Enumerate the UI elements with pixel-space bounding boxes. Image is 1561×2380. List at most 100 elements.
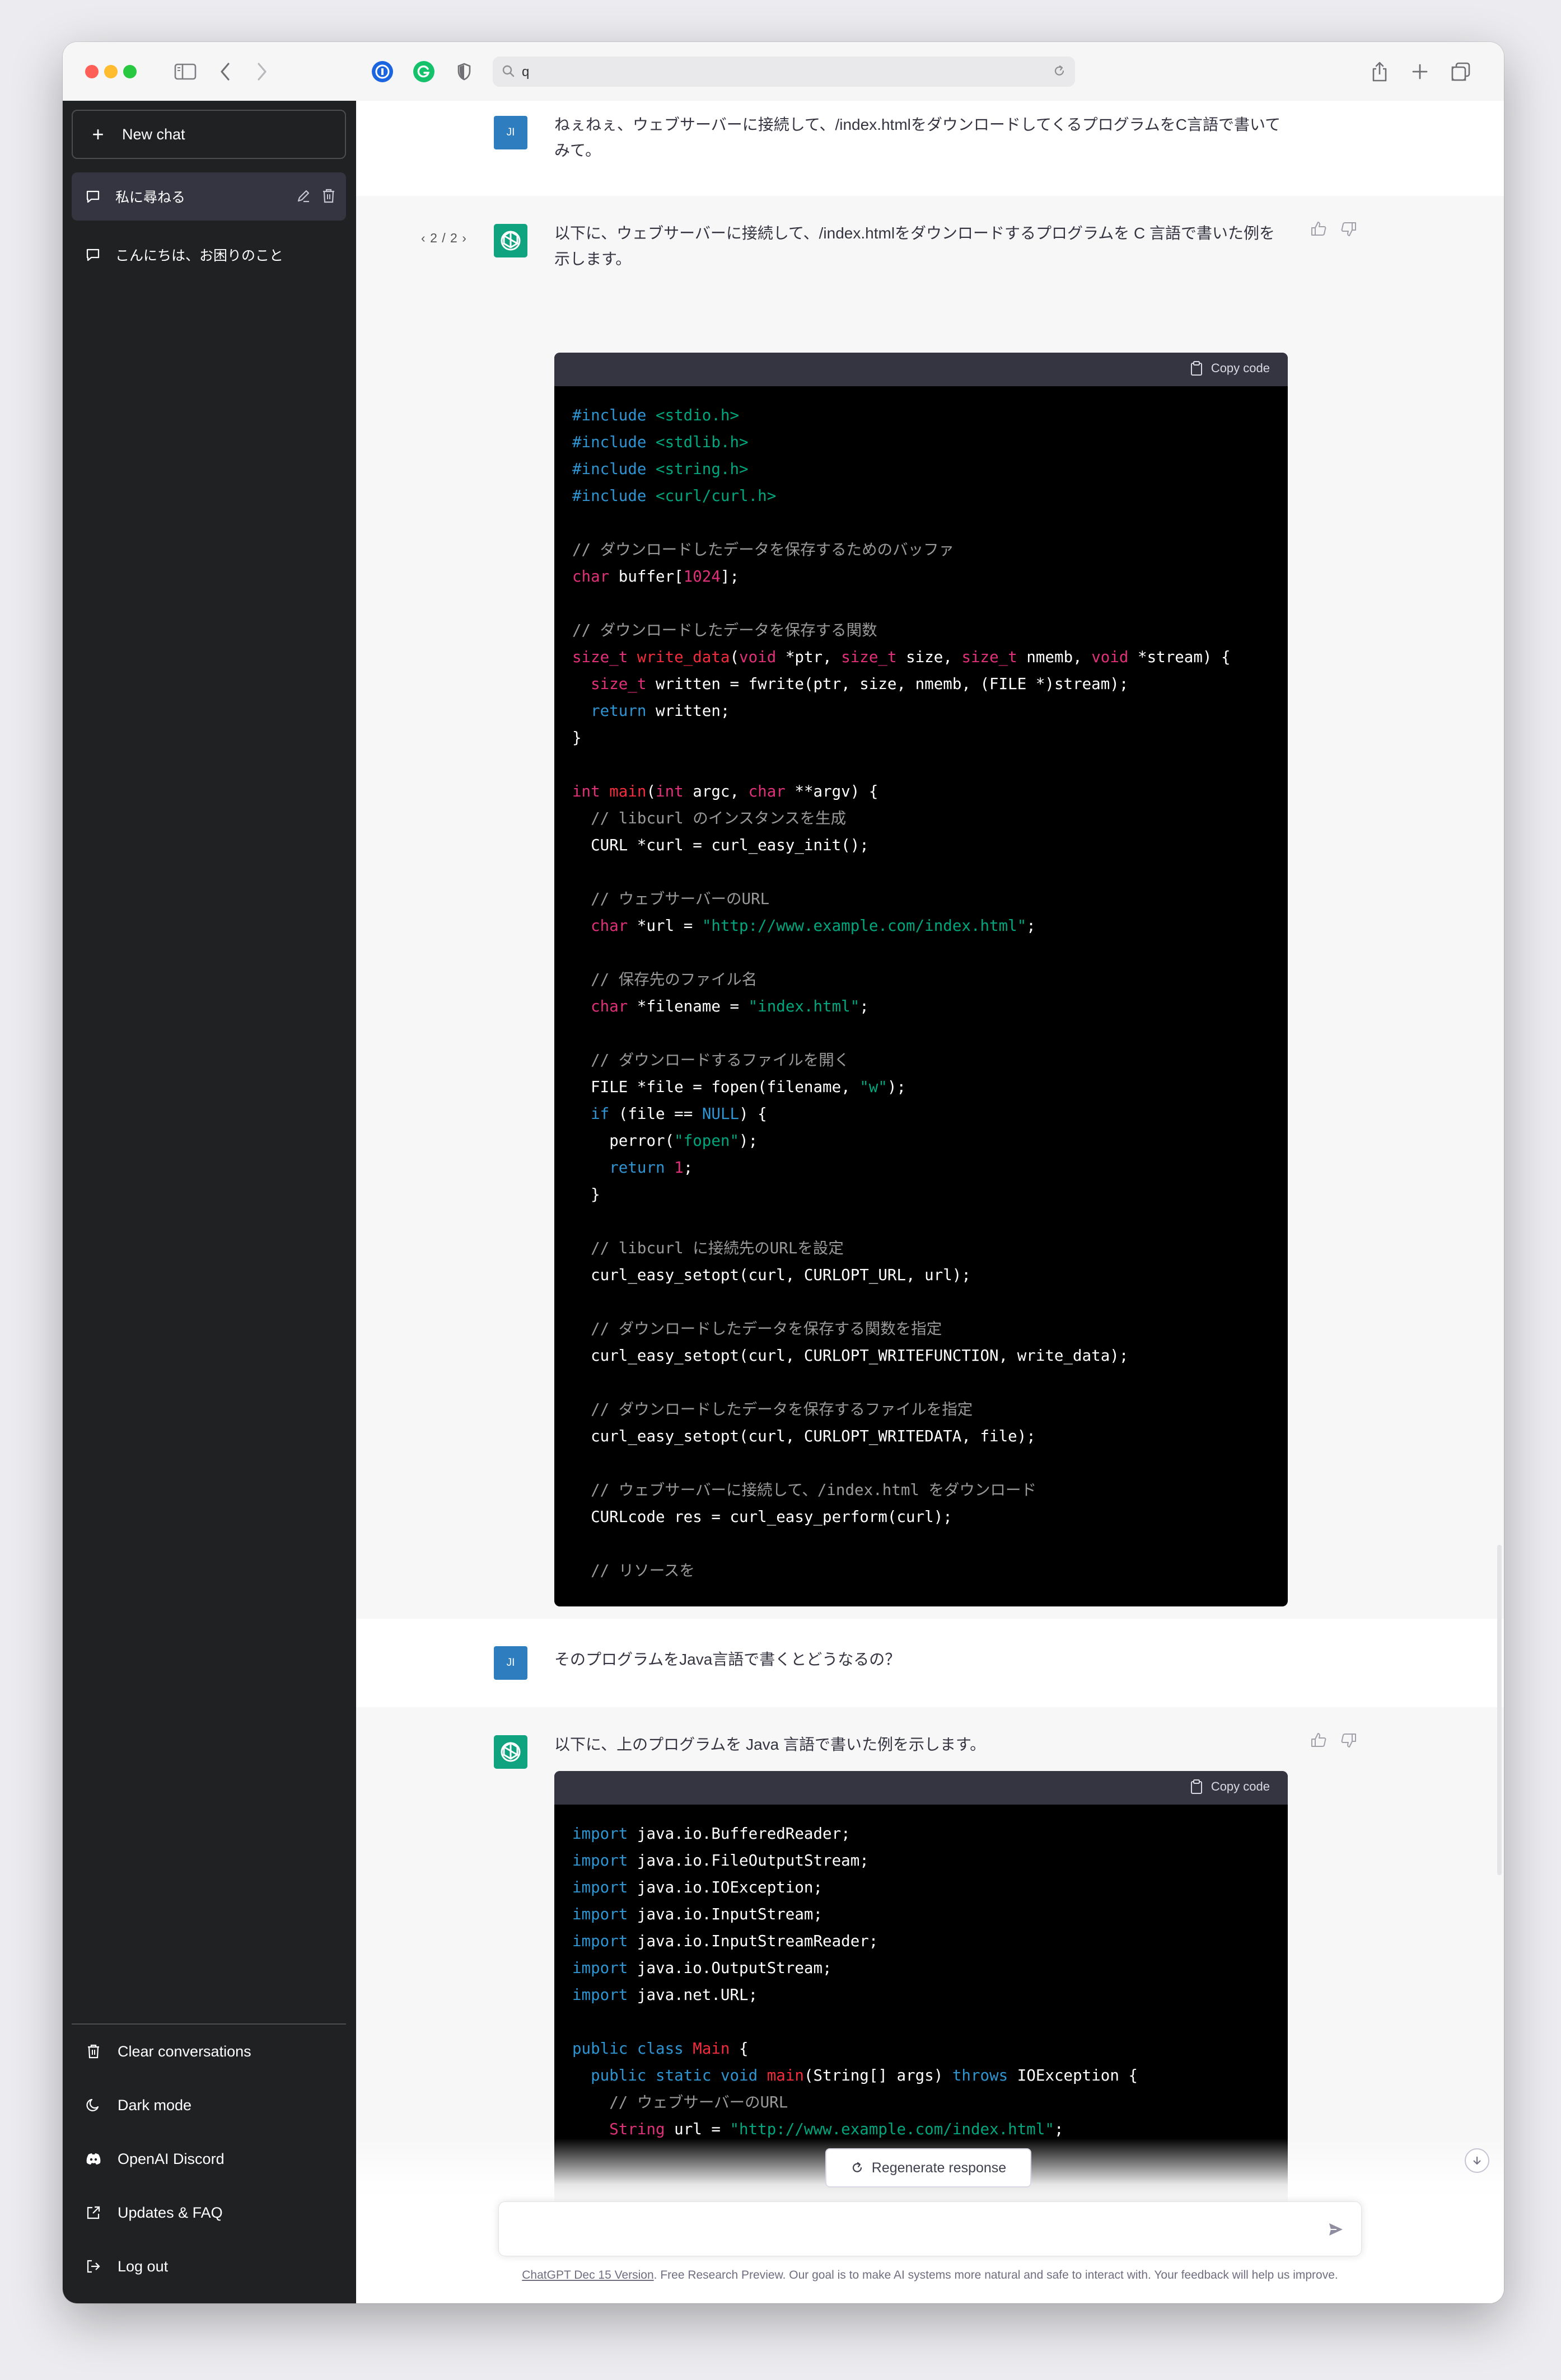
code-token: ]; <box>720 568 740 585</box>
code-token: // ウェブサーバーに接続して、/index.html をダウンロード <box>591 1481 1036 1499</box>
address-input[interactable] <box>521 61 1027 83</box>
address-bar[interactable] <box>493 57 1075 87</box>
password-manager-icon[interactable] <box>372 61 393 82</box>
regenerate-response-button[interactable]: Regenerate response <box>825 2148 1031 2187</box>
code-token: char <box>591 917 628 935</box>
code-token: ( <box>646 783 656 800</box>
menu-label: Updates & FAQ <box>118 2204 223 2221</box>
chevron-left-icon[interactable]: ‹ <box>421 231 430 245</box>
code-token: java.net.URL; <box>628 1986 758 2004</box>
code-token: } <box>572 1186 600 1203</box>
trash-icon[interactable] <box>321 188 336 208</box>
message-input[interactable] <box>516 2218 1302 2245</box>
code-token: **argv) { <box>785 783 878 800</box>
send-icon <box>1329 2223 1343 2236</box>
code-token: *url = <box>628 917 702 935</box>
code-token: char <box>748 783 786 800</box>
response-pager[interactable]: ‹ 2 / 2 › <box>421 231 467 246</box>
discord-link[interactable]: OpenAI Discord <box>72 2132 346 2186</box>
code-token: import <box>572 1905 628 1923</box>
edit-icon[interactable] <box>296 188 311 208</box>
log-out-button[interactable]: Log out <box>72 2240 346 2293</box>
code-token: if <box>591 1105 610 1123</box>
code-line: return 1; <box>572 1154 1270 1181</box>
chat-bubble-icon <box>85 247 101 263</box>
back-icon[interactable] <box>214 57 236 87</box>
code-line: int main(int argc, char **argv) { <box>572 778 1270 805</box>
code-token: public <box>591 2067 647 2084</box>
clear-conversations-button[interactable]: Clear conversations <box>72 2025 346 2078</box>
scroll-to-bottom-button[interactable] <box>1465 2148 1489 2173</box>
message-text: そのプログラムをJava言語で書くとどうなるの？ <box>554 1651 901 1668</box>
updates-faq-link[interactable]: Updates & FAQ <box>72 2186 346 2240</box>
code-token: Main <box>693 2040 730 2058</box>
privacy-shield-icon[interactable] <box>452 57 476 87</box>
dark-mode-button[interactable]: Dark mode <box>72 2078 346 2132</box>
conversation-item[interactable]: こんにちは、お困りのこと <box>72 231 346 279</box>
thumbs-down-icon[interactable] <box>1340 221 1357 240</box>
code-line: // ダウンロードしたデータを保存するファイルを指定 <box>572 1396 1270 1423</box>
code-token: ); <box>739 1132 758 1150</box>
code-token: #include <box>572 460 656 478</box>
new-chat-button[interactable]: + New chat <box>72 110 346 159</box>
scrollbar[interactable] <box>1497 1545 1502 1875</box>
minimize-window-button[interactable] <box>104 65 118 78</box>
new-tab-icon[interactable] <box>1409 57 1431 87</box>
code-line: // libcurl に接続先のURLを設定 <box>572 1235 1270 1262</box>
code-token: // ダウンロードしたデータを保存するためのバッファ <box>572 541 955 559</box>
code-token: import <box>572 1852 628 1870</box>
tab-overview-icon[interactable] <box>1449 57 1473 87</box>
code-line: CURLcode res = curl_easy_perform(curl); <box>572 1503 1270 1530</box>
close-window-button[interactable] <box>85 65 99 78</box>
thumbs-up-icon[interactable] <box>1310 1732 1327 1751</box>
code-token: <string.h> <box>656 460 749 478</box>
sidebar-menu: Clear conversations Dark mode OpenAI Dis… <box>72 2023 346 2293</box>
code-token: ; <box>1054 2120 1064 2138</box>
thumbs-up-icon[interactable] <box>1310 221 1327 240</box>
code-line: // 保存先のファイル名 <box>572 966 1270 993</box>
sidebar-toggle-icon[interactable] <box>170 57 200 87</box>
code-token: *ptr, <box>776 648 842 666</box>
grammarly-icon[interactable] <box>413 61 434 82</box>
copy-code-button[interactable]: Copy code <box>1190 360 1270 376</box>
user-message: JI ねぇねぇ、ウェブサーバーに接続して、/index.htmlをダウンロードし… <box>356 101 1504 197</box>
code-token: "http://www.example.com/index.html" <box>702 917 1027 935</box>
arrow-down-icon <box>1473 2157 1481 2165</box>
share-icon[interactable] <box>1368 57 1391 87</box>
copy-code-button[interactable]: Copy code <box>1190 1779 1270 1795</box>
code-token: "w" <box>859 1078 887 1096</box>
reload-icon[interactable] <box>1053 64 1066 81</box>
conversation-item-active[interactable]: 私に尋ねる <box>72 172 346 221</box>
code-line: import java.io.OutputStream; <box>572 1955 1270 1981</box>
zoom-window-button[interactable] <box>123 65 137 78</box>
code-token: int <box>572 783 600 800</box>
code-line: } <box>572 1181 1270 1208</box>
version-link[interactable]: ChatGPT Dec 15 Version <box>522 2269 653 2281</box>
chevron-right-icon[interactable]: › <box>458 231 467 245</box>
send-button[interactable] <box>1328 2221 1344 2241</box>
code-token: import <box>572 1986 628 2004</box>
code-token: return <box>591 702 647 720</box>
forward-icon[interactable] <box>251 57 273 87</box>
code-line: size_t written = fwrite(ptr, size, nmemb… <box>572 671 1270 697</box>
openai-logo-icon <box>494 224 527 257</box>
refresh-icon <box>852 2162 862 2172</box>
code-token: } <box>572 729 582 747</box>
code-token: char <box>572 568 610 585</box>
conversation-title: 私に尋ねる <box>115 190 186 205</box>
user-message: JI そのプログラムをJava言語で書くとどうなるの？ <box>356 1619 1504 1708</box>
code-line: #include <string.h> <box>572 456 1270 482</box>
thumbs-down-icon[interactable] <box>1340 1732 1357 1751</box>
code-token: void <box>720 2067 758 2084</box>
message-composer <box>498 2201 1362 2256</box>
clipboard-icon <box>1190 1779 1202 1794</box>
code-token: nmemb, <box>1017 648 1092 666</box>
